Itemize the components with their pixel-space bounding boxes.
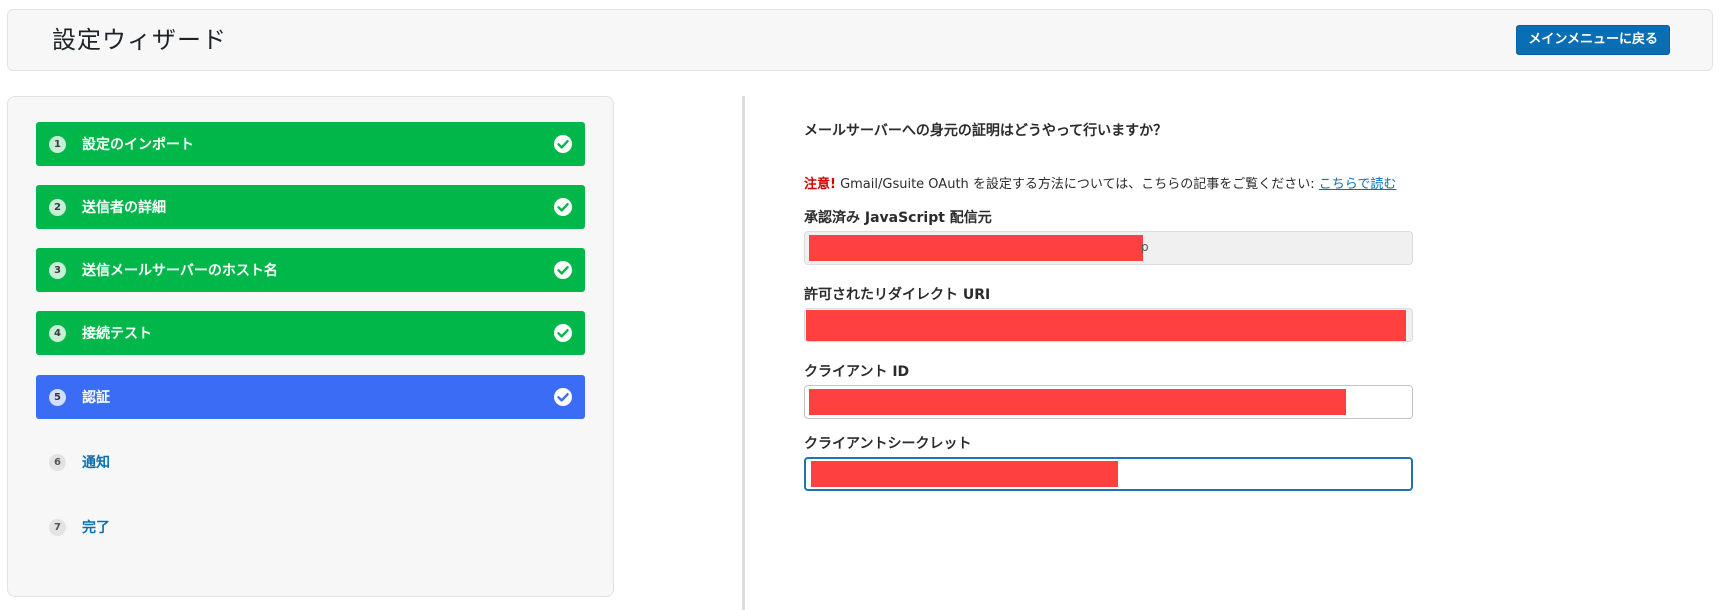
step-number: 4	[49, 324, 66, 342]
step-sender-details[interactable]: 2 送信者の詳細	[36, 185, 585, 229]
redirect-uri-field[interactable]	[804, 308, 1413, 342]
wizard-header: 設定ウィザード メインメニューに戻る	[7, 9, 1713, 71]
step-authentication[interactable]: 5 認証	[36, 375, 585, 419]
js-origins-value-tail: p	[1141, 240, 1149, 254]
client-secret-input[interactable]	[804, 457, 1413, 491]
note-text: Gmail/Gsuite OAuth を設定する方法については、こちらの記事をご…	[835, 177, 1319, 192]
step-number: 5	[49, 388, 66, 406]
step-finish[interactable]: 7 完了	[36, 505, 585, 549]
check-circle-icon	[554, 198, 572, 216]
redirect-uri-label: 許可されたリダイレクト URI	[804, 287, 991, 303]
step-number: 2	[49, 198, 66, 216]
auth-question: メールサーバーへの身元の証明はどうやって行いますか？	[804, 123, 1168, 139]
step-import-settings[interactable]: 1 設定のインポート	[36, 122, 585, 166]
note-label: 注意!	[804, 177, 836, 192]
step-label: 送信メールサーバーのホスト名	[82, 263, 278, 279]
js-origins-field[interactable]: p	[804, 231, 1413, 265]
oauth-note: 注意! Gmail/Gsuite OAuth を設定する方法については、こちらの…	[804, 173, 1396, 192]
wizard-steps-panel: 1 設定のインポート 2 送信者の詳細 3 送信メールサーバーのホスト名 4 接…	[7, 96, 614, 597]
step-number: 7	[49, 518, 66, 536]
step-label: 設定のインポート	[82, 137, 194, 153]
js-origins-label: 承認済み JavaScript 配信元	[804, 210, 992, 226]
back-to-main-menu-button[interactable]: メインメニューに戻る	[1516, 25, 1670, 55]
step-number: 3	[49, 261, 66, 279]
step-label: 通知	[82, 455, 110, 471]
step-label: 接続テスト	[82, 326, 152, 342]
page-title: 設定ウィザード	[52, 26, 227, 54]
step-connection-test[interactable]: 4 接続テスト	[36, 311, 585, 355]
read-here-link[interactable]: こちらで読む	[1319, 177, 1397, 192]
check-circle-icon	[554, 261, 572, 279]
check-circle-icon	[554, 324, 572, 342]
step-label: 送信者の詳細	[82, 200, 166, 216]
step-smtp-hostname[interactable]: 3 送信メールサーバーのホスト名	[36, 248, 585, 292]
step-label: 完了	[82, 520, 110, 536]
client-secret-label: クライアントシークレット	[804, 436, 972, 452]
panel-divider	[742, 96, 745, 610]
step-number: 1	[49, 135, 66, 153]
step-number: 6	[49, 453, 66, 471]
check-circle-icon	[554, 135, 572, 153]
step-label: 認証	[82, 390, 110, 406]
redacted-value	[806, 310, 1406, 341]
redacted-value	[811, 461, 1118, 487]
step-notifications[interactable]: 6 通知	[36, 440, 585, 484]
client-id-label: クライアント ID	[804, 364, 910, 380]
check-circle-icon	[554, 388, 572, 406]
redacted-value	[809, 389, 1346, 415]
client-id-input[interactable]	[804, 385, 1413, 419]
redacted-value	[809, 235, 1143, 261]
